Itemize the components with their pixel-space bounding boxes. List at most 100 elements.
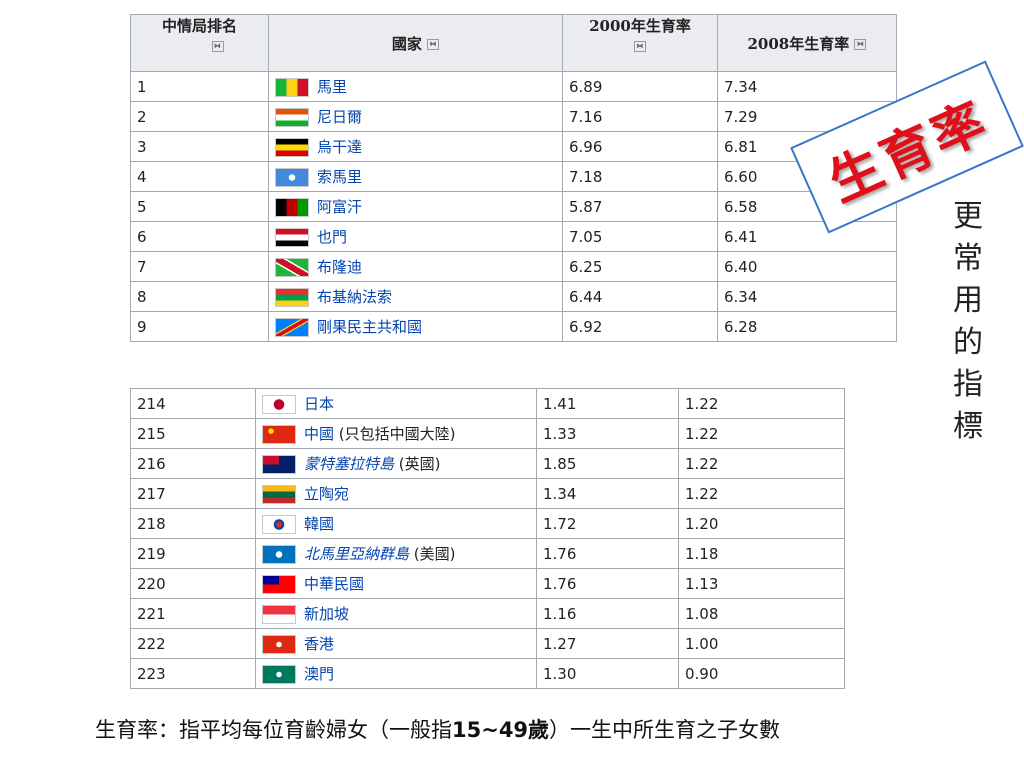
rank-header-label: 中情局排名 [161, 17, 237, 35]
rate2000-cell: 5.87 [562, 191, 718, 222]
table-row: 2 尼日爾 7.16 7.29 [130, 101, 897, 132]
afghanistan-flag-icon [275, 198, 309, 217]
rate2000-cell: 1.76 [536, 538, 679, 569]
rate2000-cell: 1.41 [536, 388, 679, 419]
country-link[interactable]: 索馬里 [317, 168, 362, 186]
sort-icon[interactable]: ⧓ [634, 40, 646, 52]
country-cell: 北馬里亞納群島 (美國) [255, 538, 537, 569]
side-note-char: 更 [953, 199, 983, 234]
footnote-text-end: ）一生中所生育之子女數 [549, 718, 781, 742]
rate2000-cell: 7.18 [562, 161, 718, 192]
country-cell: 蒙特塞拉特島 (英國) [255, 448, 537, 479]
sort-icon[interactable]: ⧓ [211, 40, 224, 52]
rank-cell: 219 [130, 538, 256, 569]
table-row: 216 蒙特塞拉特島 (英國) 1.85 1.22 [130, 448, 845, 479]
country-link[interactable]: 也門 [317, 228, 347, 246]
country-link[interactable]: 北馬里亞納群島 [304, 545, 409, 563]
rate2000-cell: 6.25 [562, 251, 718, 282]
rate2000-cell: 6.96 [562, 131, 718, 162]
rank-column-header[interactable]: 中情局排名 ⧓ [130, 14, 269, 72]
table-row: 5 阿富汗 5.87 6.58 [130, 191, 897, 222]
country-cell: 中華民國 [255, 568, 537, 599]
rate2000-cell: 1.30 [536, 658, 679, 689]
rank-cell: 223 [130, 658, 256, 689]
rank-cell: 4 [130, 161, 269, 192]
table-row: 1 馬里 6.89 7.34 [130, 71, 897, 102]
uganda-flag-icon [275, 138, 309, 157]
country-link[interactable]: 布基納法索 [317, 288, 392, 306]
table-row: 214 日本 1.41 1.22 [130, 388, 845, 419]
south-korea-flag-icon [262, 515, 296, 534]
rank-cell: 1 [130, 71, 269, 102]
rate2008-cell: 1.08 [678, 598, 845, 629]
country-link[interactable]: 立陶宛 [304, 485, 349, 503]
burkina-faso-flag-icon [275, 288, 309, 307]
rate2008-cell: 6.34 [717, 281, 897, 312]
country-cell: 澳門 [255, 658, 537, 689]
country-link[interactable]: 澳門 [304, 665, 334, 683]
table-row: 6 也門 7.05 6.41 [130, 221, 897, 252]
country-link[interactable]: 中國 [304, 425, 334, 443]
footnote: 生育率：指平均每位育齡婦女（一般指15~49歲）一生中所生育之子女數 [95, 714, 780, 744]
rate2000-cell: 1.16 [536, 598, 679, 629]
country-column-header[interactable]: 國家 ⧓ [268, 14, 563, 72]
table-row: 7 布隆迪 6.25 6.40 [130, 251, 897, 282]
country-link[interactable]: 布隆迪 [317, 258, 362, 276]
taiwan-flag-icon [262, 575, 296, 594]
footnote-age-range: 15~49歲 [452, 718, 550, 742]
country-link[interactable]: 韓國 [304, 515, 334, 533]
country-note: (美國) [409, 545, 456, 563]
table-header-row: 中情局排名 ⧓ 國家 ⧓ 2000年生育率 ⧓ 2008年生育率 ⧓ [130, 14, 897, 72]
dr-congo-flag-icon [275, 318, 309, 337]
table-row: 217 立陶宛 1.34 1.22 [130, 478, 845, 509]
country-cell: 剛果民主共和國 [268, 311, 563, 342]
country-link[interactable]: 尼日爾 [317, 108, 362, 126]
country-cell: 索馬里 [268, 161, 563, 192]
rank-cell: 218 [130, 508, 256, 539]
country-link[interactable]: 新加坡 [304, 605, 349, 623]
country-link[interactable]: 馬里 [317, 78, 347, 96]
country-link[interactable]: 阿富汗 [317, 198, 362, 216]
rank-cell: 9 [130, 311, 269, 342]
table-row: 215 中國 (只包括中國大陸) 1.33 1.22 [130, 418, 845, 449]
montserrat-flag-icon [262, 455, 296, 474]
rate2000-cell: 1.27 [536, 628, 679, 659]
side-note-char: 常 [953, 241, 983, 276]
top-rows: 1 馬里 6.89 7.34 2 尼日爾 7.16 7.29 3 烏干達 6.96 6.81 4 索馬里 7… [130, 71, 897, 342]
sort-icon[interactable]: ⧓ [427, 39, 440, 50]
rank-cell: 7 [130, 251, 269, 282]
side-note: 更常用的指標 [948, 196, 988, 448]
rate2008-cell: 1.22 [678, 418, 845, 449]
niger-flag-icon [275, 108, 309, 127]
country-cell: 布隆迪 [268, 251, 563, 282]
rate2008-cell: 6.41 [717, 221, 897, 252]
rank-cell: 6 [130, 221, 269, 252]
rate2000-column-header[interactable]: 2000年生育率 ⧓ [562, 14, 718, 72]
table-row: 223 澳門 1.30 0.90 [130, 658, 845, 689]
country-cell: 新加坡 [255, 598, 537, 629]
footnote-text-start: 生育率：指平均每位育齡婦女（一般指 [95, 718, 452, 742]
rate2008-cell: 1.00 [678, 628, 845, 659]
singapore-flag-icon [262, 605, 296, 624]
rate2000-header-label: 2000年生育率 [589, 17, 691, 35]
country-link[interactable]: 中華民國 [304, 575, 364, 593]
side-note-char: 標 [953, 409, 983, 444]
country-link[interactable]: 蒙特塞拉特島 [304, 455, 394, 473]
country-cell: 烏干達 [268, 131, 563, 162]
country-link[interactable]: 烏干達 [317, 138, 362, 156]
rank-cell: 220 [130, 568, 256, 599]
country-cell: 也門 [268, 221, 563, 252]
country-link[interactable]: 剛果民主共和國 [317, 318, 422, 336]
table-row: 220 中華民國 1.76 1.13 [130, 568, 845, 599]
lithuania-flag-icon [262, 485, 296, 504]
china-flag-icon [262, 425, 296, 444]
table-row: 3 烏干達 6.96 6.81 [130, 131, 897, 162]
rate2008-cell: 6.28 [717, 311, 897, 342]
rate2008-column-header[interactable]: 2008年生育率 ⧓ [717, 14, 897, 72]
rate2008-cell: 1.22 [678, 388, 845, 419]
country-link[interactable]: 日本 [304, 395, 334, 413]
country-link[interactable]: 香港 [304, 635, 334, 653]
rank-cell: 217 [130, 478, 256, 509]
sort-icon[interactable]: ⧓ [854, 39, 867, 50]
rate2000-cell: 6.44 [562, 281, 718, 312]
